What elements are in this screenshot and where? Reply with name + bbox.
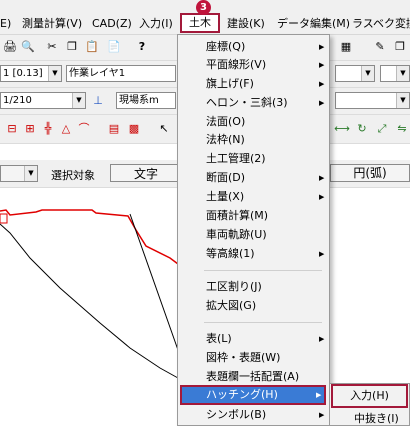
ratio-value: 1/210 — [3, 95, 32, 106]
civil-dropdown-menu: 座標(Q) ▶ 平面線形(V) ▶ 旗上げ(F) ▶ ヘロン・三斜(3) ▶ 法… — [177, 34, 330, 426]
menu-item-earthwork[interactable]: 土工管理(2) — [206, 150, 266, 168]
hatch-icon[interactable]: ▩ — [126, 121, 142, 137]
select-target-label: 選択対象 — [51, 169, 95, 182]
chevron-down-icon: ▼ — [396, 93, 409, 108]
menu-item-frame-title[interactable]: 図枠・表題(W) — [206, 349, 280, 367]
menu-item-slope-frame[interactable]: 法枠(N) — [206, 131, 245, 149]
menu-item-table[interactable]: 表(L) — [206, 330, 232, 348]
submenu-arrow-icon: ▶ — [319, 61, 325, 69]
ratio-combo[interactable]: 1/210 ▼ — [0, 92, 86, 109]
cut-icon[interactable]: ✂ — [44, 39, 60, 55]
menu-construction[interactable]: 建設(K) — [227, 15, 265, 33]
paste-icon[interactable]: 📋 — [84, 39, 100, 55]
select-arrow-icon[interactable]: ↖ — [156, 121, 172, 137]
layer-value: 作業レイヤ1 — [69, 68, 126, 79]
coord-combo[interactable]: 現場系m — [116, 92, 176, 109]
chevron-down-icon: ▼ — [361, 66, 374, 81]
coord-icon[interactable]: ⊥ — [90, 93, 106, 109]
chevron-down-icon: ▼ — [396, 66, 409, 81]
coord-value: 現場系m — [119, 95, 159, 106]
layer-combo[interactable]: 作業レイヤ1 — [66, 65, 176, 82]
copy-icon[interactable]: ❐ — [64, 39, 80, 55]
draw-arc-icon[interactable]: ⌒ — [76, 121, 92, 137]
scale-icon[interactable]: ⤢ — [374, 121, 390, 137]
draw-grid-icon[interactable]: ╬ — [40, 121, 56, 137]
move-icon[interactable]: ⟷ — [334, 121, 350, 137]
submenu-arrow-icon: ▶ — [319, 174, 325, 182]
clipboard-icon[interactable]: 📄 — [106, 39, 122, 55]
draw-shape-icon[interactable]: △ — [58, 121, 74, 137]
chevron-down-icon: ▼ — [48, 66, 61, 81]
scale-value: 1 [0.13] — [3, 68, 43, 79]
submenu-item-input[interactable]: 入力(H) — [331, 384, 408, 408]
menu-item-coordinates[interactable]: 座標(Q) — [206, 38, 245, 56]
draw-line-icon[interactable]: ⊟ — [4, 121, 20, 137]
style-combo[interactable]: ▼ — [335, 92, 410, 109]
step-badge: 3 — [196, 0, 211, 15]
menu-item-alignment[interactable]: 平面線形(V) — [206, 56, 266, 74]
menu-item-heron[interactable]: ヘロン・三斜(3) — [206, 94, 288, 112]
submenu-arrow-icon: ▶ — [319, 80, 325, 88]
submenu-arrow-icon: ▶ — [319, 335, 325, 343]
submenu-arrow-icon: ▶ — [319, 250, 325, 258]
preview-icon[interactable]: 🔍 — [20, 39, 36, 55]
menu-item-contour[interactable]: 等高線(1) — [206, 245, 255, 263]
menu-survey-calc[interactable]: 測量計算(V) — [22, 15, 82, 33]
text-target-button[interactable]: 文字 — [110, 164, 182, 182]
menu-item-section[interactable]: 断面(D) — [206, 169, 245, 187]
print-icon[interactable]: 🖨 — [2, 39, 18, 55]
menu-raster-vector[interactable]: ラスベク変換 — [352, 15, 410, 33]
layer-tool-icon[interactable]: ▦ — [338, 39, 354, 55]
menu-input[interactable]: 入力(I) — [139, 15, 173, 33]
menu-item-vehicle-path[interactable]: 車両軌跡(U) — [206, 226, 267, 244]
table-icon[interactable]: ▤ — [106, 121, 122, 137]
submenu-arrow-icon: ▶ — [316, 391, 322, 399]
menu-item-enlarged-view[interactable]: 拡大図(G) — [206, 297, 256, 315]
menu-edit[interactable]: E) — [0, 15, 11, 33]
menu-item-symbol[interactable]: シンボル(B) — [206, 406, 266, 424]
mirror-icon[interactable]: ⇋ — [394, 121, 410, 137]
draw-point-icon[interactable]: ⊞ — [22, 121, 38, 137]
circle-arc-button[interactable]: 円(弧) — [330, 164, 410, 182]
menu-data-edit[interactable]: データ編集(M) — [277, 15, 350, 33]
scale-combo[interactable]: 1 [0.13] ▼ — [0, 65, 62, 82]
chevron-down-icon: ▼ — [72, 93, 85, 108]
menu-item-title-batch[interactable]: 表題欄一括配置(A) — [206, 368, 299, 386]
submenu-arrow-icon: ▶ — [319, 43, 325, 51]
help-icon[interactable]: ? — [134, 39, 150, 55]
submenu-arrow-icon: ▶ — [319, 193, 325, 201]
menu-separator — [204, 322, 322, 323]
rotate-icon[interactable]: ↻ — [354, 121, 370, 137]
menu-item-work-zone[interactable]: 工区割り(J) — [206, 278, 262, 296]
menu-item-slope[interactable]: 法面(O) — [206, 113, 245, 131]
chevron-down-icon: ▼ — [24, 166, 37, 181]
menu-item-soil-volume[interactable]: 土量(X) — [206, 188, 244, 206]
submenu-arrow-icon: ▶ — [319, 99, 325, 107]
line-combo[interactable]: ▼ — [335, 65, 375, 82]
submenu-item-hollow[interactable]: 中抜き(I) — [354, 410, 399, 426]
menu-cad[interactable]: CAD(Z) — [92, 15, 132, 33]
menu-item-hatching[interactable]: ハッチング(H) ▶ — [180, 385, 326, 405]
select-mode-combo[interactable]: ▼ — [0, 165, 38, 182]
edit-tool-icon[interactable]: ✎ — [372, 39, 388, 55]
menu-item-area-calc[interactable]: 面積計算(M) — [206, 207, 268, 225]
submenu-arrow-icon: ▶ — [319, 411, 325, 419]
copy-tool-icon[interactable]: ❐ — [392, 39, 408, 55]
menu-item-flag[interactable]: 旗上げ(F) — [206, 75, 254, 93]
hatching-label: ハッチング(H) — [206, 388, 278, 401]
menu-separator — [204, 270, 322, 271]
color-combo[interactable]: ▼ — [380, 65, 410, 82]
